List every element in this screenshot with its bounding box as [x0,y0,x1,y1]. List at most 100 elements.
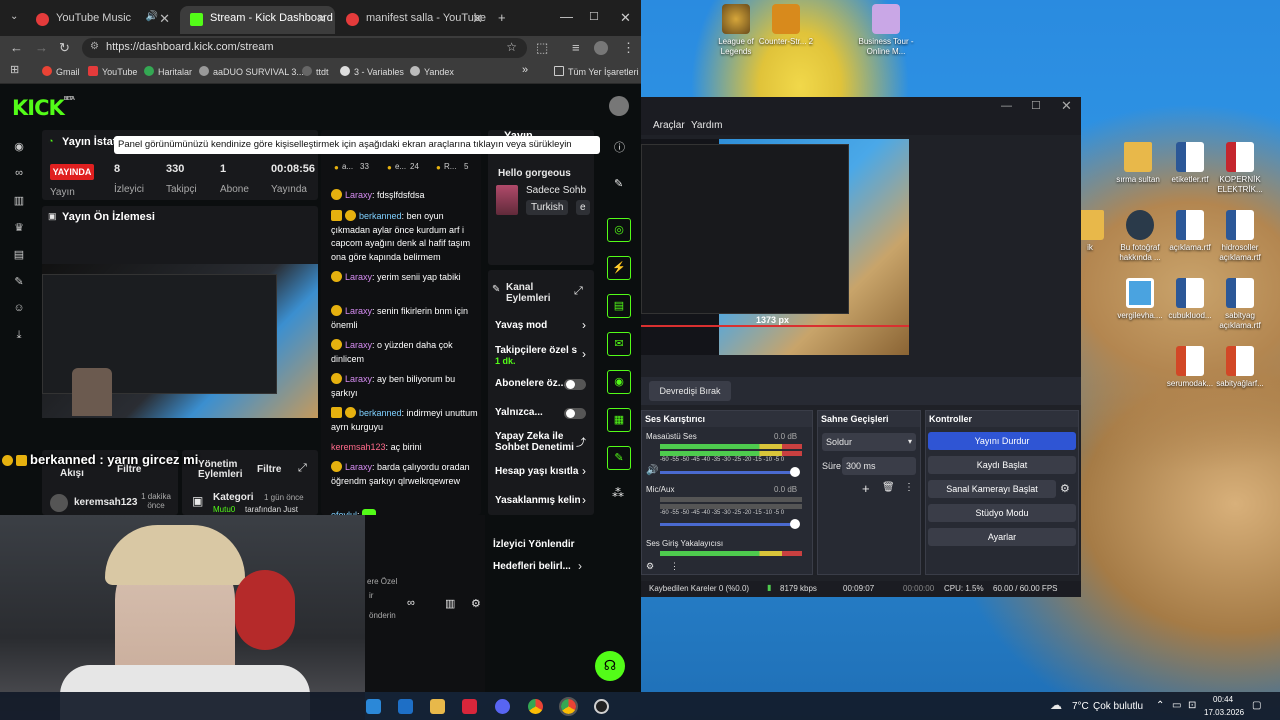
expand-icon[interactable]: ⤢ [574,285,583,298]
close-icon[interactable]: ✕ [1061,98,1072,114]
volume-slider[interactable] [660,471,798,474]
add-icon[interactable]: + [862,481,870,496]
desktop-icon-sabityaglar[interactable]: sabityağlarf... [1208,346,1272,389]
media-icon[interactable]: ≡ [572,40,580,55]
users-icon[interactable]: ☺ [12,302,26,316]
volume-slider-handle[interactable] [790,519,800,529]
viewer-redirect-item[interactable]: İzleyici Yönlendir [485,539,591,557]
forward-icon[interactable]: → [35,40,48,55]
temperature[interactable]: 7°C [1072,701,1089,712]
chevron-right-icon[interactable]: › [582,318,586,332]
notification-icon[interactable]: ▢ [1252,700,1261,711]
support-chat-button[interactable]: ☊ [595,651,625,681]
activity-user[interactable]: keremsah123 [74,497,137,508]
banned-words-item[interactable]: Yasaklanmış kelin [495,495,590,506]
disable-button[interactable]: Devredişi Bırak [649,381,731,401]
file-explorer-icon[interactable] [430,699,445,714]
close-window-icon[interactable]: ✕ [620,10,631,26]
studio-mode-button[interactable]: Stüdyo Modu [928,504,1076,522]
site-info-icon[interactable]: ⚙ [90,41,99,52]
chat-username[interactable]: Laraxy [345,340,372,350]
chat-username[interactable]: Laraxy [345,190,372,200]
chat-username[interactable]: Laraxy [345,462,372,472]
edit-icon[interactable]: ✎ [614,177,623,190]
desktop-icon-counter-strike[interactable]: Counter-Str... 2 [754,4,818,47]
transition-select[interactable]: Soldur ▾ [822,433,916,451]
more-icon[interactable]: ⋮ [670,561,679,572]
bookmark-yandex[interactable]: Yandex [410,66,454,77]
kick-logo[interactable]: KICKBETA [12,96,75,120]
volume-slider-handle[interactable] [790,467,800,477]
chat-username[interactable]: berkanned [359,408,402,418]
category-by-user[interactable]: Mutu0 [213,505,235,514]
app-icon[interactable] [366,699,381,714]
stop-stream-button[interactable]: Yayını Durdur [928,432,1076,450]
new-tab-icon[interactable]: + [498,10,506,25]
account-age-item[interactable]: Hesap yaşı kısıtla [495,466,590,477]
bookmark-star-icon[interactable]: ☆ [506,40,517,54]
reload-icon[interactable]: ↻ [59,40,70,56]
desktop-icon-kopernik[interactable]: KOPERNİK ELEKTRİK... [1208,142,1272,195]
link-icon[interactable]: ∞ [12,167,26,181]
obs-icon[interactable] [594,699,609,714]
more-icon[interactable]: ⁂ [612,486,624,500]
more-icon[interactable]: ⋮ [904,482,914,493]
bookmark-aaduo[interactable]: aaDUO SURVIVAL 3... [199,66,304,77]
quick-action-raid[interactable]: ⚡ [607,256,631,280]
obs-preview[interactable]: 1373 px [641,139,909,355]
quick-action-clip[interactable]: ◎ [607,218,631,242]
download-icon[interactable]: ⤓ [12,329,26,343]
quick-action-layout[interactable]: ▦ [607,408,631,432]
duration-input[interactable]: 300 ms [842,457,916,475]
analytics-icon[interactable]: ▥ [12,194,26,208]
info-icon[interactable]: ⓘ [614,139,625,155]
bookmarks-more-icon[interactable]: » [522,64,528,76]
speaker-icon[interactable]: 🔊 [646,465,658,476]
emote-picker-icon[interactable]: ∞ [407,597,415,609]
expand-icon[interactable]: ⤢ [298,462,307,475]
chevron-right-icon[interactable]: › [582,464,586,478]
url-field[interactable]: ⚙ https://dashboard.kick.com/stream ☆ [82,38,527,58]
minimize-icon[interactable]: — [560,9,573,24]
chevron-right-icon[interactable]: › [582,493,586,507]
clock-time[interactable]: 00:44 [1213,695,1233,704]
bookmark-variables[interactable]: 3 - Variables [340,66,404,77]
bookmark-ttdt[interactable]: ttdt [302,66,329,77]
tab-youtube[interactable]: manifest salla - YouTube ✕ [336,6,491,34]
chat-username[interactable]: Laraxy [345,272,372,282]
tab-search-icon[interactable]: ⌄ [10,11,18,22]
chat-username[interactable]: Laraxy [345,306,372,316]
desktop-icon-business-tour[interactable]: Business Tour - Online M... [854,4,918,57]
bookmark-maps[interactable]: Haritalar [144,66,192,77]
close-icon[interactable]: ✕ [316,11,327,27]
apps-icon[interactable]: ⊞ [10,63,19,76]
gear-icon[interactable]: ⚙ [471,597,481,610]
speaker-icon[interactable]: 🔊 [146,11,158,22]
quick-action-broadcast[interactable]: ◉ [607,370,631,394]
quick-action-chat[interactable]: ✉ [607,332,631,356]
user-avatar[interactable] [609,96,629,116]
trophy-icon[interactable]: ♛ [12,221,26,235]
external-link-icon[interactable]: ⤴ [576,434,586,449]
subscribers-only-toggle[interactable] [564,379,586,390]
discord-icon[interactable] [495,699,510,714]
trash-icon[interactable]: 🗑 [882,482,895,493]
menu-tools[interactable]: Araçlar [653,120,685,131]
media-icon[interactable]: ▤ [12,248,26,262]
close-icon[interactable]: ✕ [159,11,170,27]
desktop-icon-sabityag[interactable]: sabityag açıklama.rtf [1208,278,1272,331]
bookmark-gmail[interactable]: Gmail [42,66,80,77]
gear-icon[interactable]: ⚙ [646,561,654,572]
wps-icon[interactable] [462,699,477,714]
outlook-icon[interactable] [398,699,413,714]
bookmark-youtube[interactable]: YouTube [88,66,137,77]
extensions-icon[interactable]: ⬚ [536,40,548,56]
back-icon[interactable]: ← [10,40,23,55]
chat-username[interactable]: keremsah123 [331,442,386,452]
tray-chevron-icon[interactable]: ⌃ [1156,700,1164,711]
stream-icon[interactable]: ◉ [12,140,26,154]
chrome-active-icon[interactable] [559,697,578,716]
gear-icon[interactable]: ⚙ [1060,482,1070,495]
wrench-icon[interactable]: ✎ [12,275,26,289]
network-icon[interactable]: ⊡ [1188,700,1196,711]
